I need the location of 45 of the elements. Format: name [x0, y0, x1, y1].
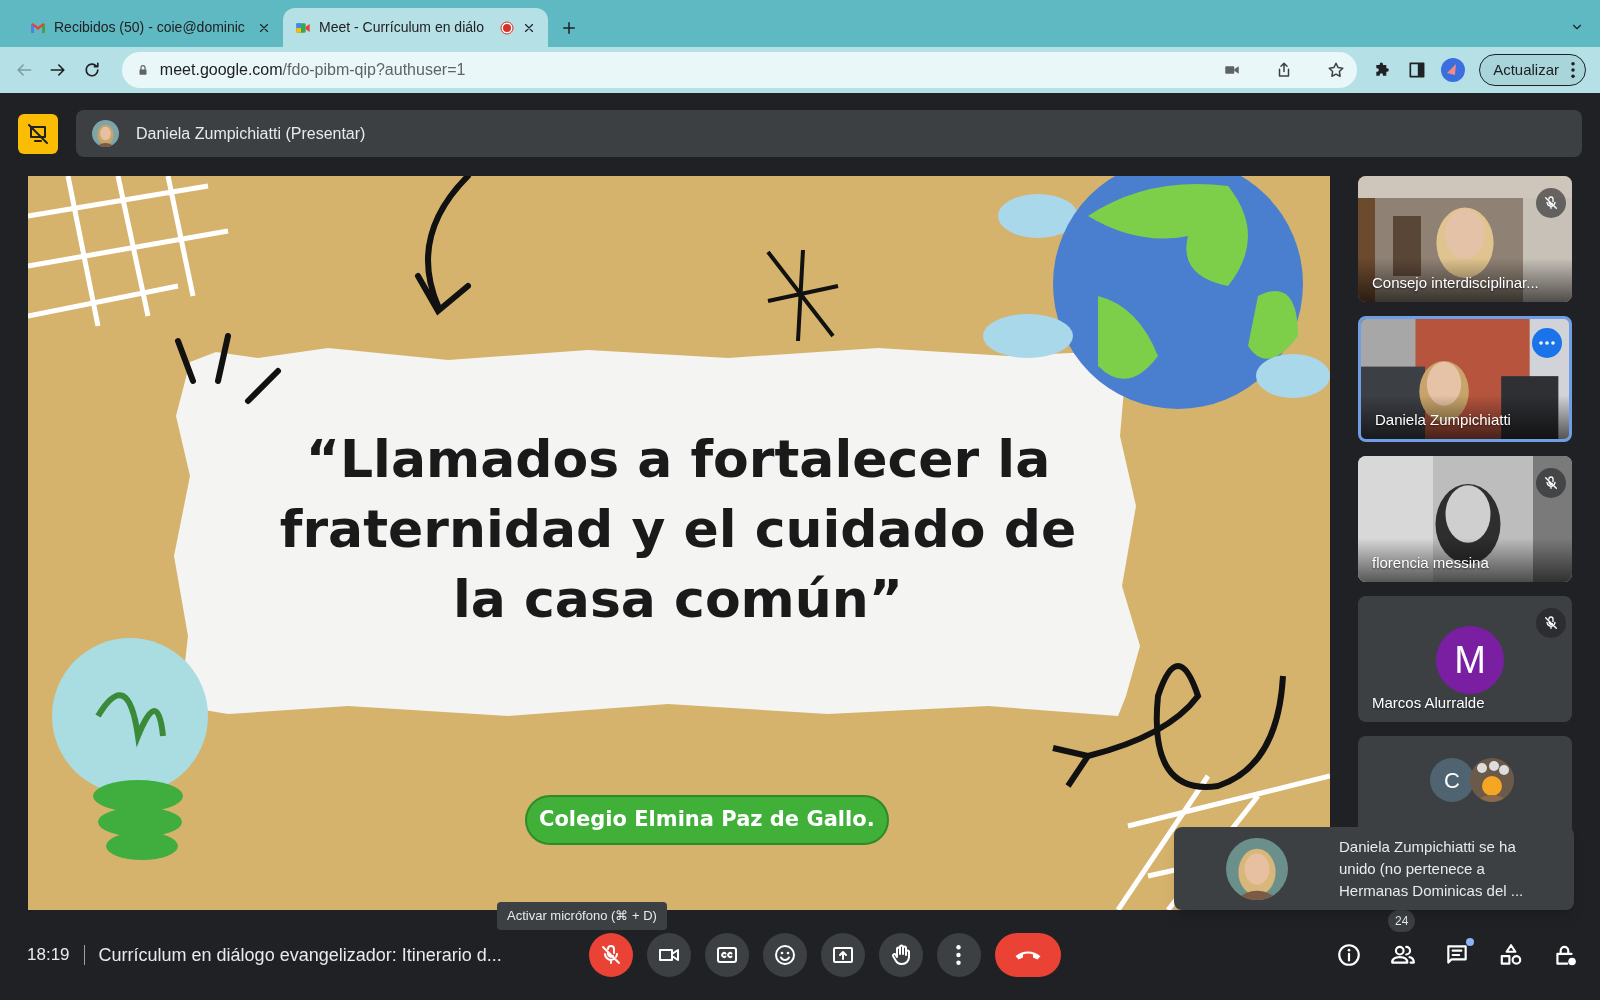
leave-call-button[interactable] — [994, 933, 1061, 977]
phone-icon — [1014, 950, 1041, 960]
captions-button[interactable] — [704, 933, 749, 977]
mic-off-icon — [1543, 195, 1559, 211]
star-icon[interactable] — [1327, 61, 1346, 79]
camera-button[interactable] — [646, 933, 691, 977]
smiley-icon — [772, 943, 797, 967]
mic-button[interactable] — [588, 933, 633, 977]
participant-count-badge: 24 — [1388, 910, 1416, 932]
meeting-title: Currículum en diálogo evangelizador: Itinerario d... — [98, 943, 503, 967]
presentation-off-icon — [26, 121, 50, 146]
participant-tile[interactable]: florencia messina — [1358, 456, 1572, 582]
more-options-button[interactable] — [936, 933, 981, 977]
raise-hand-button[interactable] — [878, 933, 923, 977]
browser-tab[interactable]: Recibidos (50) - coie@dominic — [18, 8, 283, 47]
profile-avatar-icon[interactable] — [1441, 58, 1466, 82]
present-button[interactable] — [820, 933, 865, 977]
mic-off-icon — [1543, 615, 1559, 631]
participant-name: Marcos Alurralde — [1372, 692, 1485, 713]
tab-title: Meet - Currículum en diálo — [319, 18, 485, 37]
browser-tab[interactable]: Meet - Currículum en diálo — [283, 8, 548, 47]
tooltip: Activar micrófono (⌘ + D) — [497, 902, 667, 930]
clock-time: 18:19 — [27, 944, 70, 967]
tab-title: Recibidos (50) - coie@dominic — [54, 18, 246, 37]
url-text: meet.google.com/fdo-pibm-qip?authuser=1 — [159, 60, 467, 80]
avatar-initial: C — [1430, 758, 1474, 802]
stop-presenting-button[interactable] — [18, 113, 58, 154]
more-icon — [956, 945, 962, 965]
shapes-icon — [1498, 942, 1524, 968]
participant-tile[interactable]: Consejo interdisciplinar... — [1358, 176, 1572, 302]
participant-name: Consejo interdisciplinar... — [1372, 272, 1539, 293]
mic-off-icon — [1543, 475, 1559, 491]
avatar-initial: M — [1436, 626, 1504, 694]
emoji-button[interactable] — [762, 933, 807, 977]
participant-tile[interactable]: Daniela Zumpichiatti — [1358, 316, 1572, 442]
ellipsis-icon — [1539, 341, 1555, 345]
address-bar[interactable]: meet.google.com/fdo-pibm-qip?authuser=1 — [121, 52, 1358, 88]
participant-tile[interactable]: M Marcos Alurralde — [1358, 596, 1572, 722]
info-icon — [1336, 942, 1362, 968]
participant-name: Daniela Zumpichiatti — [1375, 409, 1511, 430]
presenter-name: Daniela Zumpichiatti (Presentar) — [136, 123, 366, 144]
slide-title: “Llamados a fortalecer la fraternidad y el cuidado de la casa común” — [278, 428, 1078, 631]
update-button[interactable]: Actualizar — [1479, 54, 1586, 86]
participant-name: florencia messina — [1372, 552, 1489, 573]
slide-footer-label: Colegio Elmina Paz de Gallo. — [525, 795, 889, 845]
